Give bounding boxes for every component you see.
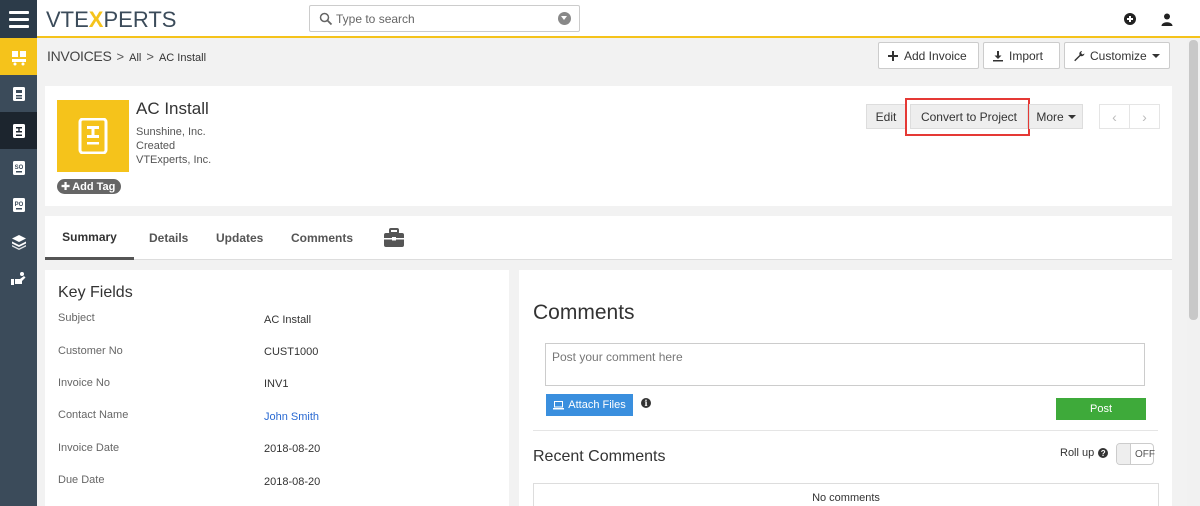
field-value-invoice-date[interactable]: 2018-08-20	[264, 443, 320, 455]
field-label-contact-name: Contact Name	[58, 409, 129, 421]
caret-down-icon	[1151, 53, 1160, 58]
plus-icon	[888, 50, 898, 61]
sidebar-item-services[interactable]	[0, 260, 37, 297]
invoice-icon	[12, 123, 25, 138]
add-invoice-button[interactable]: Add Invoice	[878, 42, 979, 69]
search-input[interactable]	[336, 10, 556, 28]
services-icon	[10, 271, 25, 285]
quote-icon	[12, 86, 25, 101]
inventory-icon	[11, 50, 26, 65]
products-icon	[11, 234, 26, 250]
sidebar: SO PO	[0, 38, 37, 506]
scrollbar-thumb[interactable]	[1189, 40, 1198, 320]
help-icon[interactable]: ?	[1098, 448, 1109, 458]
menu-icon[interactable]	[0, 0, 37, 38]
quick-create-icon[interactable]	[1124, 13, 1136, 25]
record-organization: Sunshine, Inc.	[136, 126, 206, 138]
breadcrumb-module[interactable]: Invoices	[47, 48, 112, 64]
field-label-due-date: Due Date	[58, 474, 105, 486]
svg-text:SO: SO	[14, 165, 23, 171]
sidebar-item-inventory[interactable]	[0, 38, 37, 75]
sidebar-item-invoices[interactable]	[0, 112, 37, 149]
laptop-icon	[553, 400, 565, 409]
tab-projects[interactable]	[383, 216, 405, 260]
key-fields-panel: Key Fields Subject AC Install Customer N…	[45, 270, 509, 506]
import-button[interactable]: Import	[983, 42, 1060, 69]
no-comments-message: No comments	[533, 483, 1159, 506]
tab-updates[interactable]: Updates	[216, 216, 263, 260]
comments-title: Comments	[533, 301, 635, 324]
rollup-toggle[interactable]: OFF	[1116, 443, 1155, 465]
record-status: Created	[136, 140, 176, 152]
divider	[533, 430, 1158, 431]
edit-button[interactable]: Edit	[866, 104, 906, 129]
previous-record-icon[interactable]: ‹	[1100, 105, 1130, 128]
download-icon	[993, 50, 1003, 61]
svg-text:PO: PO	[14, 202, 23, 208]
field-label-subject: Subject	[58, 312, 95, 324]
post-button[interactable]: Post	[1056, 398, 1146, 420]
recent-comments-title: Recent Comments	[533, 448, 666, 465]
record-invoice-icon	[57, 100, 129, 172]
sidebar-item-products[interactable]	[0, 223, 37, 260]
breadcrumb: Invoices > All > AC Install	[47, 48, 206, 64]
field-value-customer-no[interactable]: CUST1000	[264, 346, 318, 358]
breadcrumb-separator: >	[146, 49, 154, 64]
customize-button[interactable]: Customize	[1064, 42, 1170, 69]
logo[interactable]: VTEXPERTS	[46, 7, 176, 33]
top-bar: VTEXPERTS	[0, 0, 1200, 38]
caret-down-icon	[1067, 114, 1076, 119]
field-value-contact-name[interactable]: John Smith	[264, 411, 319, 423]
user-icon[interactable]	[1161, 13, 1173, 26]
tab-details[interactable]: Details	[149, 216, 188, 260]
sidebar-item-sales-orders[interactable]: SO	[0, 149, 37, 186]
page-header: Invoices > All > AC Install Add Invoice Impo…	[37, 38, 1200, 74]
record-navigation: ‹ ›	[1099, 104, 1160, 129]
field-label-invoice-no: Invoice No	[58, 377, 110, 389]
next-record-icon[interactable]: ›	[1130, 105, 1159, 128]
field-value-subject[interactable]: AC Install	[264, 314, 311, 326]
tab-comments[interactable]: Comments	[291, 216, 353, 260]
sidebar-item-quotes[interactable]	[0, 75, 37, 112]
field-label-invoice-date: Invoice Date	[58, 442, 120, 454]
field-label-customer-no: Customer No	[58, 345, 123, 357]
breadcrumb-all[interactable]: All	[129, 52, 141, 64]
wrench-icon	[1074, 50, 1085, 61]
field-value-due-date[interactable]: 2018-08-20	[264, 476, 320, 488]
field-value-invoice-no: INV1	[264, 378, 289, 390]
global-search	[309, 5, 580, 32]
purchase-order-icon: PO	[12, 197, 25, 212]
record-tabs: Summary Details Updates Comments	[45, 216, 1172, 260]
highlight-box	[905, 98, 1030, 136]
search-options-icon[interactable]	[558, 12, 571, 25]
page-scrollbar[interactable]	[1187, 38, 1200, 506]
comment-input[interactable]	[545, 343, 1145, 386]
record-title: AC Install	[136, 99, 209, 118]
add-tag-button[interactable]: ✚ Add Tag	[57, 179, 122, 194]
briefcase-icon	[384, 228, 404, 247]
plus-icon: ✚	[61, 181, 71, 193]
breadcrumb-separator: >	[116, 49, 125, 64]
sales-order-icon: SO	[12, 160, 25, 175]
record-owner: VTExperts, Inc.	[136, 154, 212, 166]
key-fields-title: Key Fields	[58, 284, 133, 301]
breadcrumb-record: AC Install	[158, 52, 207, 64]
rollup-label: Roll up ?	[1060, 447, 1109, 459]
search-icon	[319, 12, 333, 26]
more-button[interactable]: More	[1029, 104, 1083, 129]
info-icon[interactable]: i	[641, 398, 651, 408]
tab-summary[interactable]: Summary	[45, 216, 134, 260]
attach-files-button[interactable]: Attach Files	[546, 394, 633, 416]
comments-panel: Comments Attach Files i Post Recent Comm…	[519, 270, 1172, 506]
toggle-knob	[1117, 444, 1131, 464]
sidebar-item-purchase-orders[interactable]: PO	[0, 186, 37, 223]
